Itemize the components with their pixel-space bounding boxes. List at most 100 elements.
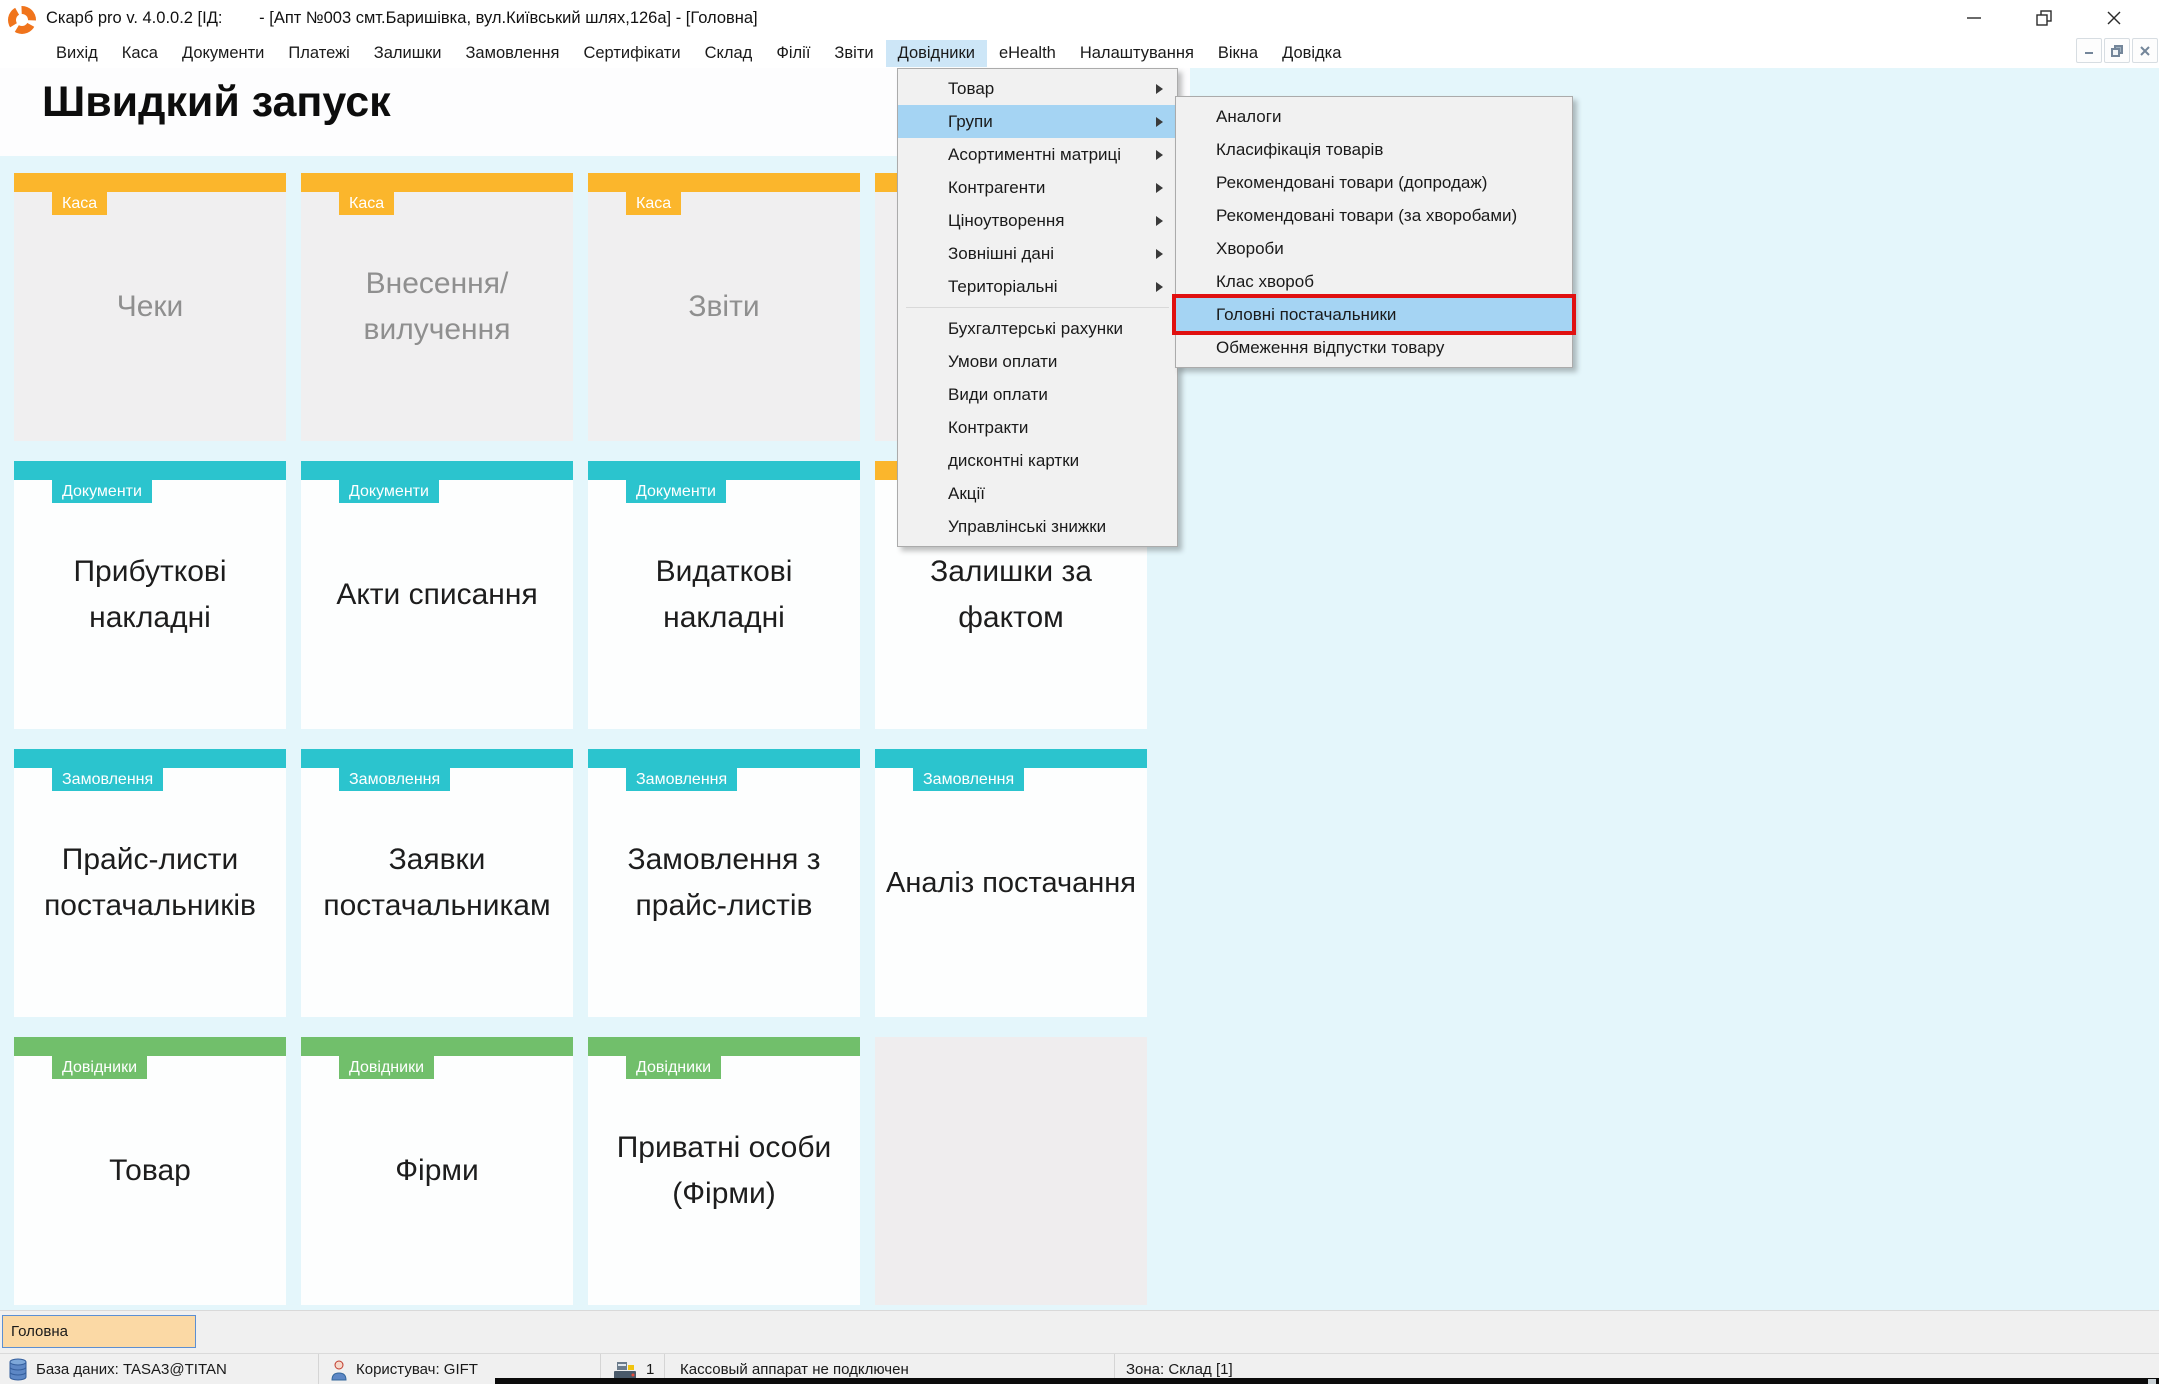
status-divider — [0, 1353, 2159, 1354]
menubar-item-settings[interactable]: Налаштування — [1068, 40, 1206, 67]
tile-category-badge: Замовлення — [52, 768, 163, 791]
menubar-item-branches[interactable]: Філії — [764, 40, 822, 67]
submenu-arrow-icon — [1156, 183, 1163, 193]
bottom-bar: Головна База даних: TASA3@TITAN Користув… — [0, 1310, 2159, 1384]
tile-category-bar — [14, 461, 286, 480]
tile-category-badge: Замовлення — [626, 768, 737, 791]
tile-income-invoices[interactable]: Документи Прибуткові накладні — [14, 461, 286, 729]
submenu-item-diseases[interactable]: Хвороби — [1176, 232, 1572, 265]
dropdown-item-accounting-accounts[interactable]: Бухгалтерські рахунки — [898, 312, 1177, 345]
dropdown-item-label: Асортиментні матриці — [948, 145, 1121, 164]
dropdown-item-label: Товар — [948, 79, 994, 98]
tile-label: Приватні особи (Фірми) — [596, 1125, 852, 1217]
submenu-arrow-icon — [1156, 249, 1163, 259]
dropdown-item-counterparties[interactable]: Контрагенти — [898, 171, 1177, 204]
tile-supplier-pricelists[interactable]: Замовлення Прайс-листи постачальників — [14, 749, 286, 1017]
submenu-item-goods-classification[interactable]: Класифікація товарів — [1176, 133, 1572, 166]
menubar-item-reports[interactable]: Звіти — [822, 40, 885, 67]
submenu-item-analogs[interactable]: Аналоги — [1176, 100, 1572, 133]
menubar-item-exit[interactable]: Вихід — [44, 40, 110, 67]
tile-goods[interactable]: Довідники Товар — [14, 1037, 286, 1305]
dropdown-item-label: Управлінські знижки — [948, 517, 1106, 536]
submenu-item-recommended-upsell[interactable]: Рекомендовані товари (допродаж) — [1176, 166, 1572, 199]
menu-bar: Вихід Каса Документи Платежі Залишки Зам… — [0, 39, 2159, 68]
tile-cash-reports[interactable]: Каса Звіти — [588, 173, 860, 441]
submenu-item-label: Хвороби — [1216, 239, 1284, 258]
dropdown-item-territorial[interactable]: Територіальні — [898, 270, 1177, 303]
status-register-state-label: Кассовый аппарат не подключен — [680, 1361, 909, 1378]
tab-home[interactable]: Головна — [2, 1315, 196, 1348]
menubar-item-help[interactable]: Довідка — [1270, 40, 1353, 67]
tile-label: Акти списання — [309, 572, 565, 618]
dropdown-item-label: Бухгалтерські рахунки — [948, 319, 1123, 338]
mdi-minimize-button[interactable] — [2076, 38, 2102, 63]
dropdown-item-label: Ціноутворення — [948, 211, 1064, 230]
submenu-item-label: Аналоги — [1216, 107, 1281, 126]
menubar-item-payments[interactable]: Платежі — [276, 40, 361, 67]
window-close-button[interactable] — [2090, 2, 2138, 34]
dropdown-item-management-discounts[interactable]: Управлінські знижки — [898, 510, 1177, 543]
dropdown-item-discount-cards[interactable]: дисконтні картки — [898, 444, 1177, 477]
tile-category-badge: Довідники — [626, 1056, 721, 1079]
submenu-item-recommended-by-disease[interactable]: Рекомендовані товари (за хворобами) — [1176, 199, 1572, 232]
dropdown-item-groups[interactable]: Групи — [898, 105, 1177, 138]
submenu-item-label: Рекомендовані товари (допродаж) — [1216, 173, 1487, 192]
dropdown-item-label: Умови оплати — [948, 352, 1057, 371]
status-user-label: Користувач: GIFT — [356, 1361, 478, 1378]
mdi-window-controls — [2076, 38, 2158, 63]
tile-label: Замовлення з прайс-листів — [596, 837, 852, 929]
tile-category-bar — [588, 1037, 860, 1056]
tile-orders-from-pricelists[interactable]: Замовлення Замовлення з прайс-листів — [588, 749, 860, 1017]
tile-category-badge: Довідники — [339, 1056, 434, 1079]
dropdown-item-pricing[interactable]: Ціноутворення — [898, 204, 1177, 237]
status-register-count: 1 — [646, 1361, 654, 1378]
menu-separator — [906, 307, 1169, 308]
dropdown-item-payment-terms[interactable]: Умови оплати — [898, 345, 1177, 378]
menubar-item-documents[interactable]: Документи — [170, 40, 276, 67]
menubar-item-warehouse[interactable]: Склад — [693, 40, 765, 67]
menubar-item-directories[interactable]: Довідники — [886, 40, 987, 67]
menubar-item-stock[interactable]: Залишки — [362, 40, 454, 67]
menubar-item-orders[interactable]: Замовлення — [453, 40, 571, 67]
submenu-item-dispensing-restrictions[interactable]: Обмеження відпустки товару — [1176, 331, 1572, 364]
submenu-arrow-icon — [1156, 150, 1163, 160]
tile-category-bar — [301, 173, 573, 192]
dropdown-item-contracts[interactable]: Контракти — [898, 411, 1177, 444]
status-separator — [318, 1354, 319, 1384]
tile-supply-analysis[interactable]: Замовлення Аналіз постачання — [875, 749, 1147, 1017]
tile-writeoff-acts[interactable]: Документи Акти списання — [301, 461, 573, 729]
submenu-item-label: Обмеження відпустки товару — [1216, 338, 1444, 357]
dropdown-item-promotions[interactable]: Акції — [898, 477, 1177, 510]
submenu-item-main-suppliers[interactable]: Головні постачальники — [1176, 298, 1572, 331]
submenu-item-label: Клас хвороб — [1216, 272, 1314, 291]
tile-category-badge: Документи — [626, 480, 726, 503]
tile-label: Товар — [22, 1148, 278, 1194]
mdi-restore-button[interactable] — [2104, 38, 2130, 63]
menubar-item-cash[interactable]: Каса — [110, 40, 170, 67]
menubar-item-ehealth[interactable]: eHealth — [987, 40, 1068, 67]
status-zone-label: Зона: Склад [1] — [1126, 1361, 1233, 1378]
menubar-item-certificates[interactable]: Сертифікати — [571, 40, 692, 67]
tile-label: Видаткові накладні — [596, 549, 852, 641]
app-logo-icon — [8, 6, 36, 34]
dropdown-item-label: Контракти — [948, 418, 1028, 437]
dropdown-item-assortment-matrices[interactable]: Асортиментні матриці — [898, 138, 1177, 171]
mdi-close-button[interactable] — [2132, 38, 2158, 63]
tile-label: Фірми — [309, 1148, 565, 1194]
tile-checks[interactable]: Каса Чеки — [14, 173, 286, 441]
window-minimize-button[interactable] — [1950, 2, 1998, 34]
tile-private-persons[interactable]: Довідники Приватні особи (Фірми) — [588, 1037, 860, 1305]
dropdown-item-external-data[interactable]: Зовнішні дані — [898, 237, 1177, 270]
dropdown-item-goods[interactable]: Товар — [898, 72, 1177, 105]
groups-submenu: Аналоги Класифікація товарів Рекомендова… — [1175, 96, 1573, 368]
tile-expense-invoices[interactable]: Документи Видаткові накладні — [588, 461, 860, 729]
menubar-item-windows[interactable]: Вікна — [1206, 40, 1270, 67]
dropdown-item-payment-types[interactable]: Види оплати — [898, 378, 1177, 411]
tile-firms[interactable]: Довідники Фірми — [301, 1037, 573, 1305]
tile-category-bar — [875, 749, 1147, 768]
tile-supplier-requests[interactable]: Замовлення Заявки постачальникам — [301, 749, 573, 1017]
tile-cash-in-out[interactable]: Каса Внесення/вилучення — [301, 173, 573, 441]
tile-category-bar — [301, 461, 573, 480]
submenu-item-disease-class[interactable]: Клас хвороб — [1176, 265, 1572, 298]
window-restore-button[interactable] — [2020, 2, 2068, 34]
